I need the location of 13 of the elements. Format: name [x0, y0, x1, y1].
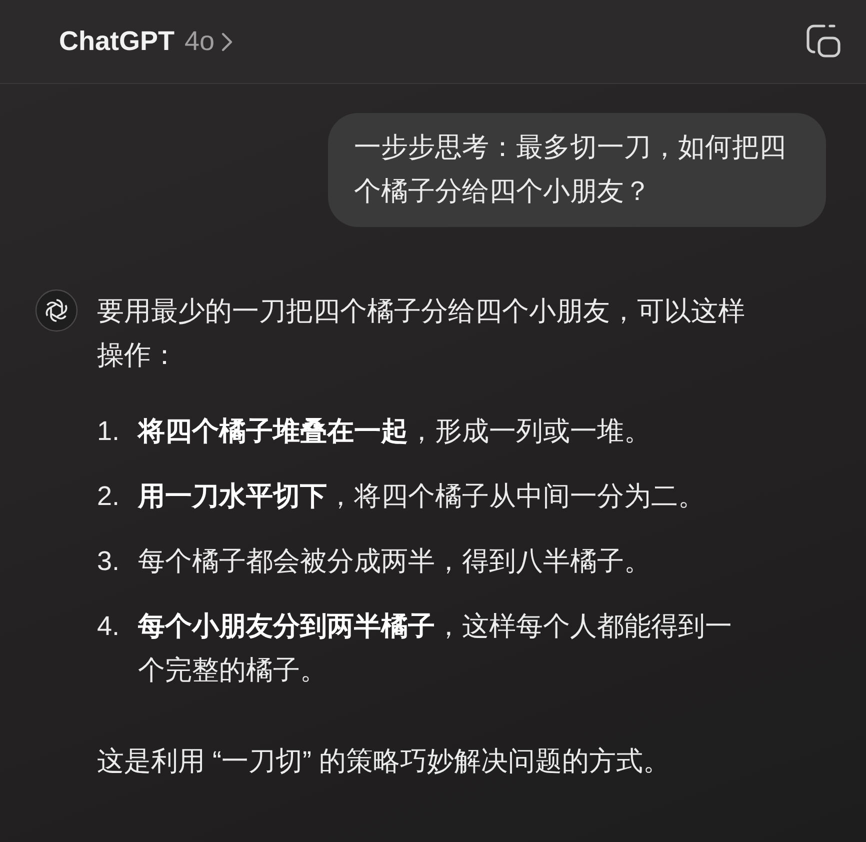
assistant-conclusion: 这是利用 “一刀切” 的策略巧妙解决问题的方式。 [97, 745, 671, 778]
user-message: 一步步思考：最多切一刀，如何把四个橘子分给四个小朋友？ [328, 113, 826, 227]
step-text: 用一刀水平切下，将四个橘子从中间一分为二。 [138, 480, 706, 513]
step-text: 每个小朋友分到两半橘子，这样每个人都能得到一个完整的橘子。 [138, 610, 733, 687]
step-text: 每个橘子都会被分成两半，得到八半橘子。 [138, 545, 652, 578]
app-title[interactable]: ChatGPT [59, 26, 175, 57]
step-number: 3. [97, 545, 121, 578]
step-text: 将四个橘子堆叠在一起，形成一列或一堆。 [138, 415, 652, 448]
step-number: 2. [97, 480, 121, 513]
assistant-intro: 要用最少的一刀把四个橘子分给四个小朋友，可以这样操作： [97, 295, 746, 372]
step-number: 4. [97, 610, 121, 643]
step-number: 1. [97, 415, 121, 448]
model-label[interactable]: 4o [184, 26, 215, 57]
